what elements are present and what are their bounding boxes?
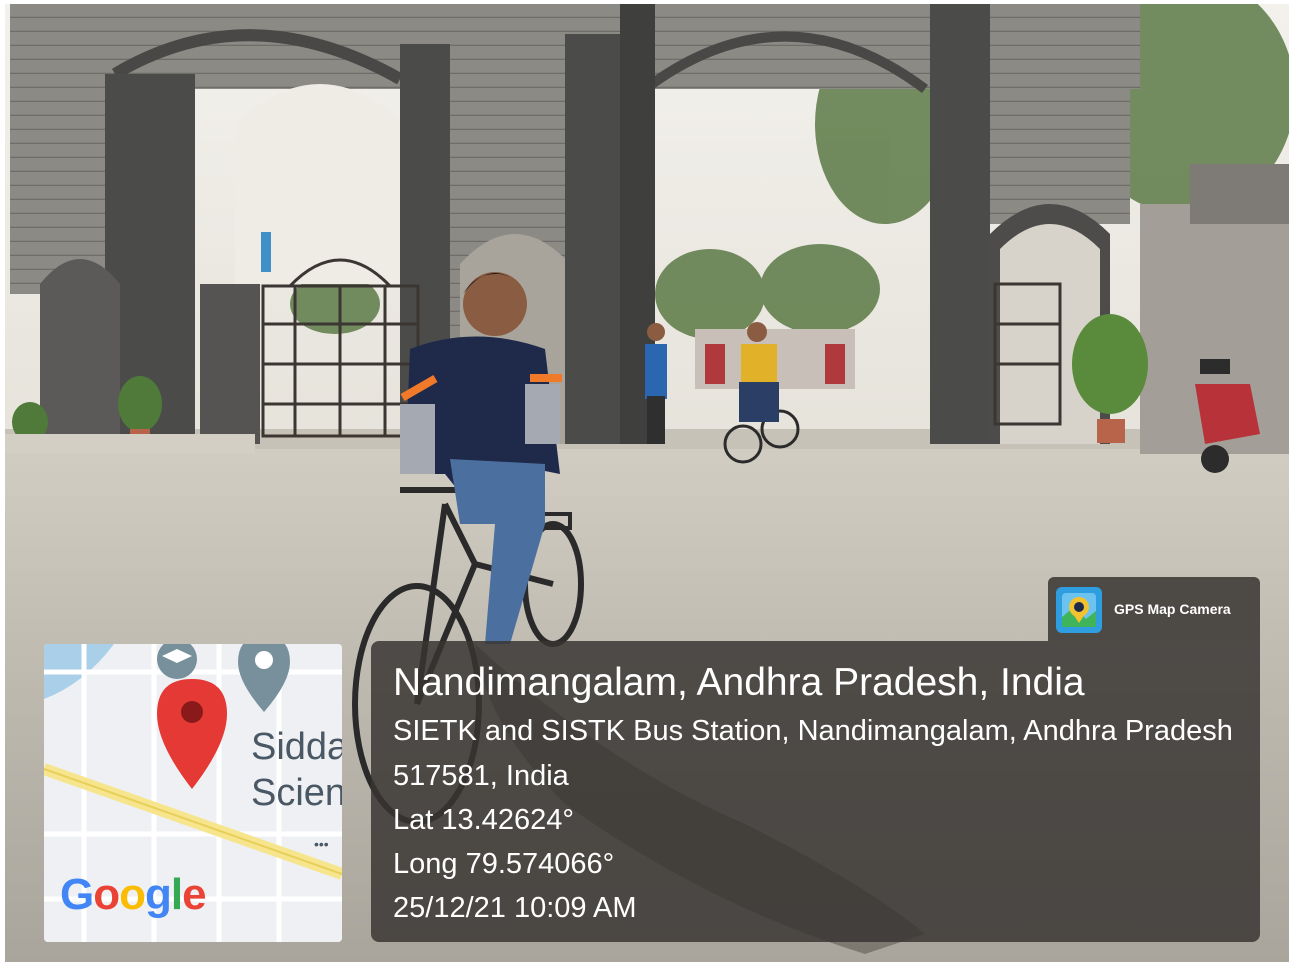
google-logo-letter: G	[60, 870, 94, 919]
google-logo-letter: e	[182, 870, 207, 919]
address-line-2: 517581, India	[393, 760, 569, 792]
app-name: GPS Map Camera	[1114, 601, 1231, 617]
location-info-panel: Nandimangalam, Andhra Pradesh, India SIE…	[371, 641, 1260, 942]
longitude-text: Long 79.574066°	[393, 848, 615, 880]
app-badge: GPS Map Camera	[1048, 577, 1260, 641]
datetime-text: 25/12/21 10:09 AM	[393, 892, 637, 924]
svg-text:•••: •••	[314, 836, 329, 852]
map-thumbnail: ••• Sidda Scien Google	[44, 644, 342, 942]
google-logo-letter: o	[93, 870, 120, 919]
curb	[5, 434, 255, 454]
address-line-1: SIETK and SISTK Bus Station, Nandimangal…	[393, 715, 1233, 747]
map-place-label-line-2: Scien	[251, 772, 342, 814]
google-logo-letter: g	[145, 870, 172, 919]
gps-camera-app-icon	[1056, 587, 1102, 633]
location-title: Nandimangalam, Andhra Pradesh, India	[393, 661, 1085, 704]
latitude-text: Lat 13.42624°	[393, 804, 574, 836]
google-logo-letter: l	[170, 870, 183, 919]
flag	[261, 232, 271, 272]
google-logo: Google	[60, 870, 207, 920]
google-logo-letter: o	[119, 870, 146, 919]
map-place-label-line-1: Sidda	[251, 726, 342, 768]
photo: ••• Sidda Scien Google GPS Map Camera Na…	[5, 4, 1289, 962]
